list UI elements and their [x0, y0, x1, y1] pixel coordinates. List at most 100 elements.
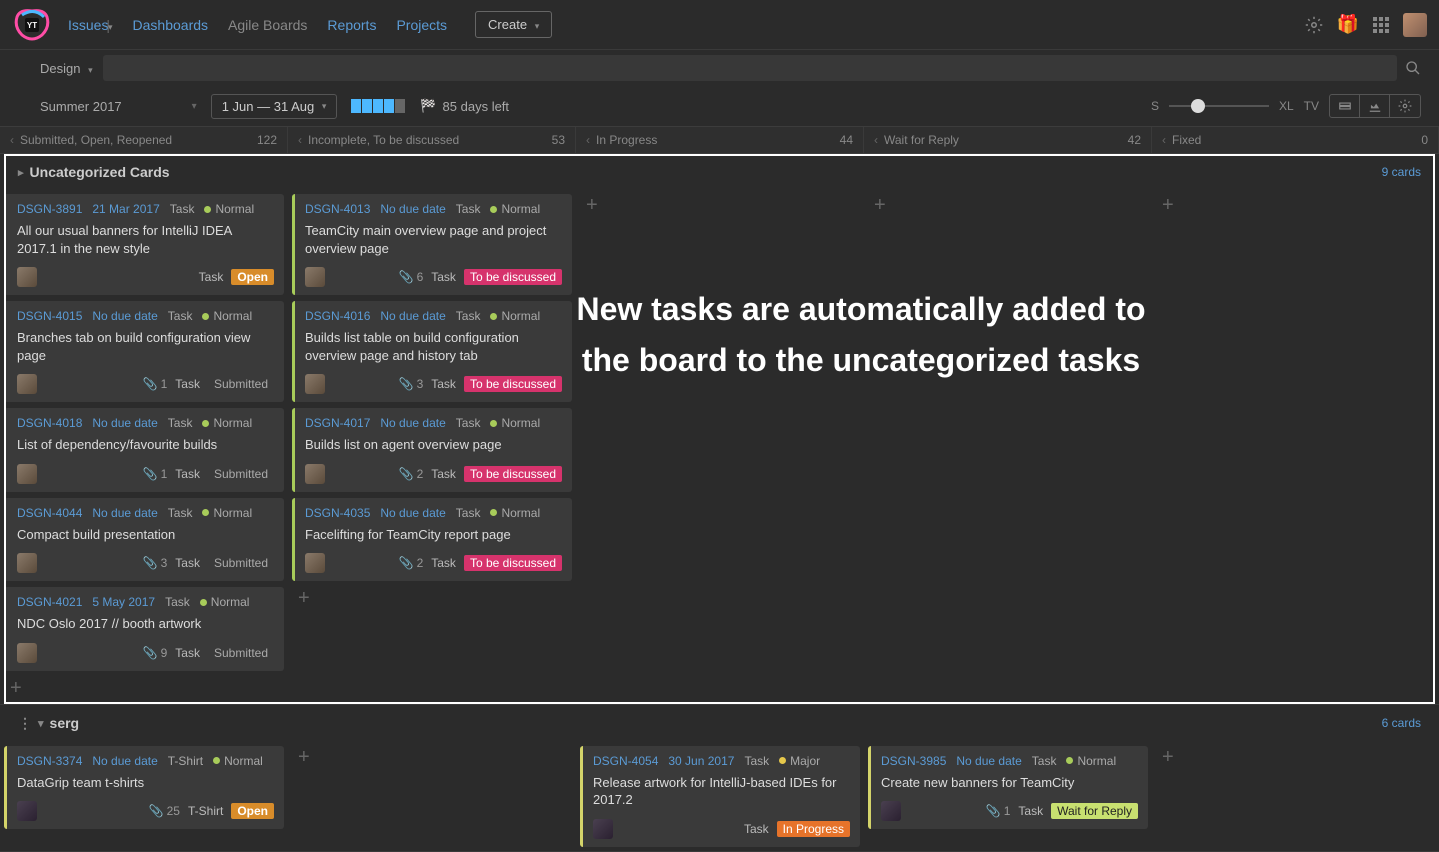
filter-input[interactable] — [103, 55, 1397, 81]
collapse-icon[interactable]: ‹ — [1162, 133, 1166, 147]
apps-icon[interactable] — [1373, 17, 1389, 33]
collapse-icon[interactable]: ‹ — [10, 133, 14, 147]
card-id[interactable]: DSGN-3891 — [17, 202, 82, 216]
collapse-toggle-icon[interactable]: ▸ — [18, 166, 24, 179]
collapse-icon[interactable]: ‹ — [586, 133, 590, 147]
card-footer-type: Task — [431, 377, 456, 391]
card-due: No due date — [92, 309, 157, 323]
card[interactable]: DSGN-405430 Jun 2017TaskMajor Release ar… — [580, 746, 860, 847]
swimlane-header[interactable]: ▸ Uncategorized Cards 9 cards — [0, 154, 1439, 190]
card-id[interactable]: DSGN-4015 — [17, 309, 82, 323]
card-type: Task — [456, 202, 481, 216]
column-header[interactable]: ‹In Progress44 — [576, 127, 864, 153]
backlog-icon[interactable] — [1330, 95, 1360, 117]
card-priority: Normal — [202, 416, 252, 430]
lane-column: DSGN-4013No due dateTaskNormal TeamCity … — [288, 190, 576, 704]
add-card[interactable]: + — [1156, 746, 1180, 769]
nav-issues[interactable]: Issues |▾ — [68, 17, 113, 33]
assignee-avatar[interactable] — [305, 374, 325, 394]
card[interactable]: DSGN-4017No due dateTaskNormal Builds li… — [292, 408, 572, 492]
chevron-down-icon: ▾ — [535, 21, 540, 31]
card-priority: Normal — [490, 202, 540, 216]
card[interactable]: DSGN-3985No due dateTaskNormal Create ne… — [868, 746, 1148, 830]
card-id[interactable]: DSGN-4013 — [305, 202, 370, 216]
drag-handle-icon[interactable]: ⋮ — [18, 715, 32, 732]
card[interactable]: DSGN-389121 Mar 2017TaskNormal All our u… — [4, 194, 284, 295]
card-due: No due date — [380, 506, 445, 520]
assignee-avatar[interactable] — [17, 374, 37, 394]
card-id[interactable]: DSGN-3985 — [881, 754, 946, 768]
tv-mode[interactable]: TV — [1304, 99, 1319, 113]
youtrack-logo[interactable]: YT — [12, 5, 52, 45]
nav-dashboards[interactable]: Dashboards — [133, 17, 209, 33]
add-card[interactable]: + — [868, 194, 892, 217]
create-button[interactable]: Create ▾ — [475, 11, 552, 38]
card-id[interactable]: DSGN-3374 — [17, 754, 82, 768]
card[interactable]: DSGN-4015No due dateTaskNormal Branches … — [4, 301, 284, 402]
card-id[interactable]: DSGN-4044 — [17, 506, 82, 520]
add-card[interactable]: + — [292, 746, 316, 769]
add-card[interactable]: + — [1156, 194, 1180, 217]
assignee-avatar[interactable] — [881, 801, 901, 821]
card-id[interactable]: DSGN-4018 — [17, 416, 82, 430]
column-header[interactable]: ‹Incomplete, To be discussed53 — [288, 127, 576, 153]
swimlane-count: 6 cards — [1382, 716, 1421, 730]
collapse-toggle-icon[interactable]: ▾ — [38, 717, 44, 730]
card[interactable]: DSGN-4016No due dateTaskNormal Builds li… — [292, 301, 572, 402]
add-card[interactable]: + — [4, 677, 28, 700]
column-header[interactable]: ‹Wait for Reply42 — [864, 127, 1152, 153]
user-avatar[interactable] — [1403, 13, 1427, 37]
assignee-avatar[interactable] — [17, 553, 37, 573]
card[interactable]: DSGN-4035No due dateTaskNormal Facelifti… — [292, 498, 572, 582]
date-range[interactable]: 1 Jun — 31 Aug ▾ — [211, 94, 338, 119]
collapse-icon[interactable]: ‹ — [874, 133, 878, 147]
card[interactable]: DSGN-40215 May 2017TaskNormal NDC Oslo 2… — [4, 587, 284, 671]
card[interactable]: DSGN-4044No due dateTaskNormal Compact b… — [4, 498, 284, 582]
assignee-avatar[interactable] — [17, 464, 37, 484]
assignee-avatar[interactable] — [17, 267, 37, 287]
collapse-icon[interactable]: ‹ — [298, 133, 302, 147]
card-id[interactable]: DSGN-4035 — [305, 506, 370, 520]
nav-agile-boards[interactable]: Agile Boards — [228, 17, 307, 33]
assignee-avatar[interactable] — [305, 464, 325, 484]
search-icon[interactable] — [1405, 60, 1421, 76]
card[interactable]: DSGN-3374No due dateT-ShirtNormal DataGr… — [4, 746, 284, 830]
card-type: Task — [744, 754, 769, 768]
card-footer-type: Task — [175, 467, 200, 481]
card-priority: Normal — [213, 754, 263, 768]
nav-projects[interactable]: Projects — [396, 17, 447, 33]
card-id[interactable]: DSGN-4021 — [17, 595, 82, 609]
column-header[interactable]: ‹Fixed0 — [1152, 127, 1439, 153]
filter-label[interactable]: Design ▾ — [40, 61, 93, 76]
assignee-avatar[interactable] — [305, 553, 325, 573]
attachment-icon: 📎3 — [399, 377, 424, 391]
card-title: Builds list on agent overview page — [305, 436, 562, 454]
assignee-avatar[interactable] — [17, 643, 37, 663]
column-header[interactable]: ‹Submitted, Open, Reopened122 — [0, 127, 288, 153]
gear-icon[interactable] — [1390, 95, 1420, 117]
swimlane-header[interactable]: ⋮ ▾ serg 6 cards — [0, 705, 1439, 742]
card-id[interactable]: DSGN-4017 — [305, 416, 370, 430]
add-card[interactable]: + — [292, 587, 316, 610]
assignee-avatar[interactable] — [593, 819, 613, 839]
card-id[interactable]: DSGN-4054 — [593, 754, 658, 768]
card-due: No due date — [380, 309, 445, 323]
card-footer-type: Task — [175, 646, 200, 660]
card-size-slider[interactable] — [1169, 105, 1269, 107]
assignee-avatar[interactable] — [305, 267, 325, 287]
sprint-select[interactable]: Summer 2017▾ — [40, 99, 197, 114]
state-badge: To be discussed — [464, 555, 562, 571]
chart-icon[interactable] — [1360, 95, 1390, 117]
add-card[interactable]: + — [580, 194, 604, 217]
gift-icon[interactable]: 🎁 — [1337, 14, 1359, 35]
card-due: No due date — [380, 202, 445, 216]
settings-icon[interactable] — [1305, 16, 1323, 34]
card[interactable]: DSGN-4018No due dateTaskNormal List of d… — [4, 408, 284, 492]
attachment-icon: 📎25 — [149, 804, 180, 818]
card-id[interactable]: DSGN-4016 — [305, 309, 370, 323]
chevron-down-icon: ▾ — [88, 65, 93, 75]
card[interactable]: DSGN-4013No due dateTaskNormal TeamCity … — [292, 194, 572, 295]
card-type: Task — [170, 202, 195, 216]
nav-reports[interactable]: Reports — [327, 17, 376, 33]
assignee-avatar[interactable] — [17, 801, 37, 821]
